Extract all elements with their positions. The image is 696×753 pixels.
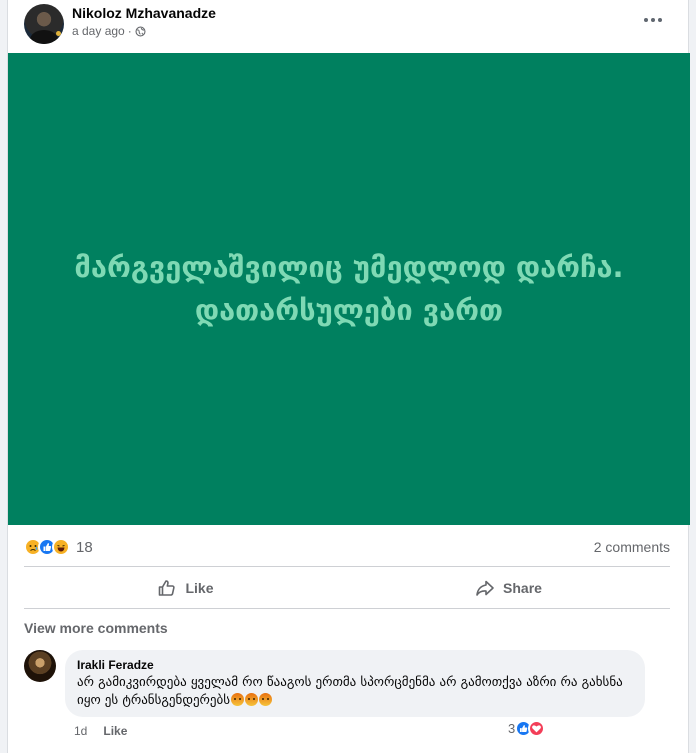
reactions-summary[interactable]: 18	[24, 538, 93, 556]
divider	[24, 566, 670, 567]
globe-icon	[135, 25, 146, 37]
comment-text: არ გამიკვირდება ყველამ რო წააგოს ერთმა ს…	[77, 674, 633, 710]
author-avatar[interactable]	[24, 4, 64, 44]
image-text-line-2: დათარსულები ვართ	[194, 293, 504, 327]
like-button[interactable]: Like	[24, 569, 347, 607]
comment-footer: 1d Like	[74, 724, 127, 738]
more-options-button[interactable]	[638, 8, 668, 32]
more-icon	[644, 18, 648, 22]
comment-reactions[interactable]: 3	[508, 720, 546, 737]
love-reaction-icon	[528, 720, 546, 737]
thumbs-up-icon	[159, 580, 176, 596]
comments-count[interactable]: 2 comments	[594, 539, 670, 555]
angry-emoji-icon	[259, 693, 273, 706]
reaction-count: 18	[76, 538, 93, 556]
divider	[24, 608, 670, 609]
share-button[interactable]: Share	[347, 569, 670, 607]
comment-time[interactable]: 1d	[74, 724, 87, 738]
meta-separator: ·	[127, 24, 132, 38]
angry-emoji-icon	[245, 693, 259, 706]
post-timestamp[interactable]: a day ago	[72, 24, 125, 38]
post-meta: a day ago ·	[72, 24, 146, 38]
like-label: Like	[185, 580, 214, 596]
more-dot	[658, 18, 662, 22]
share-label: Share	[503, 580, 542, 596]
post-card: Nikoloz Mzhavanadze a day ago · მარგველა…	[7, 0, 690, 753]
commenter-avatar[interactable]	[24, 650, 56, 682]
author-name[interactable]: Nikoloz Mzhavanadze	[72, 5, 216, 21]
post-actions: Like Share	[24, 569, 670, 607]
view-more-comments-link[interactable]: View more comments	[24, 620, 168, 636]
avatar-accent	[56, 31, 61, 36]
post-stats: 18 2 comments	[24, 535, 670, 559]
post-image-text: მარგველაშვილიც უმედლოდ დარჩა. დათარსულებ…	[74, 246, 623, 332]
comment-bubble: Irakli Feradze არ გამიკვირდება ყველამ რო…	[65, 650, 645, 717]
haha-reaction-icon	[52, 538, 70, 556]
more-dot	[651, 18, 655, 22]
comment-text-content: არ გამიკვირდება ყველამ რო წააგოს ერთმა ს…	[77, 675, 623, 708]
angry-emoji-icon	[231, 693, 245, 706]
comment-like-button[interactable]: Like	[103, 724, 127, 738]
commenter-name[interactable]: Irakli Feradze	[77, 658, 633, 672]
avatar-shoulders	[30, 30, 58, 44]
comment-reaction-count: 3	[508, 721, 516, 736]
post-image[interactable]: მარგველაშვილიც უმედლოდ დარჩა. დათარსულებ…	[8, 53, 690, 525]
share-icon	[476, 580, 494, 596]
post-header: Nikoloz Mzhavanadze a day ago ·	[8, 0, 688, 53]
image-text-line-1: მარგველაშვილიც უმედლოდ დარჩა.	[74, 250, 624, 284]
